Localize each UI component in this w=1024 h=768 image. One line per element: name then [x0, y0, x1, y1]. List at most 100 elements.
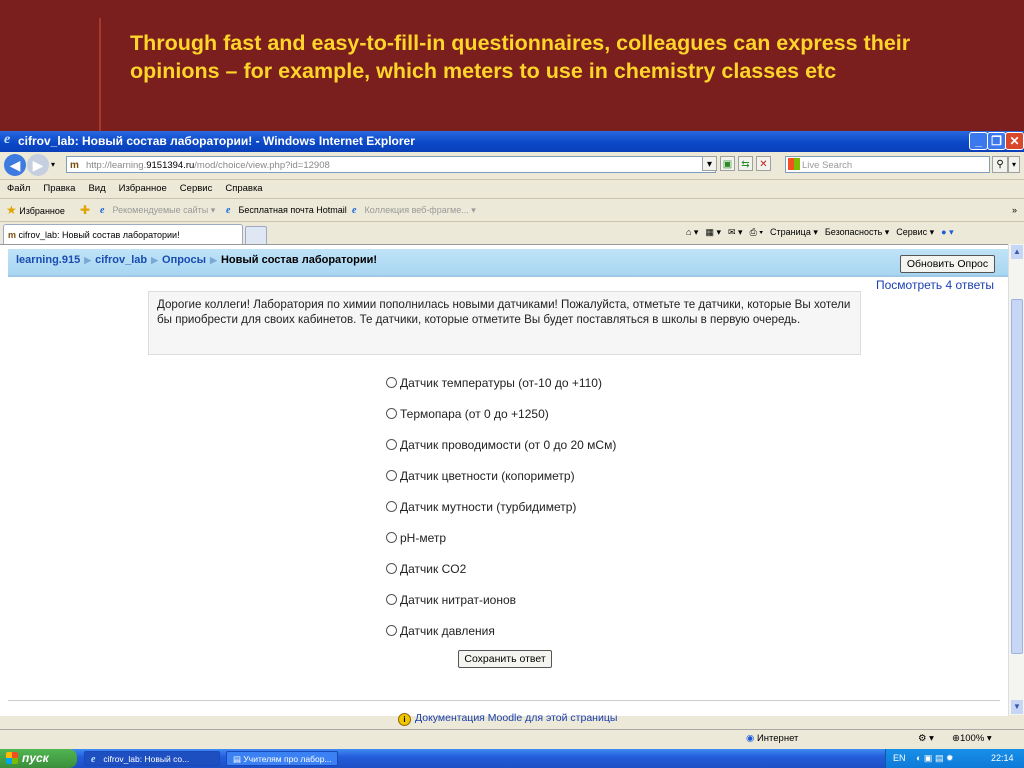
cmd-page[interactable]: Страница ▾ — [770, 227, 818, 237]
favorites-button[interactable]: ★ Избранное — [6, 199, 65, 222]
choice-option[interactable]: Датчик проводимости (от 0 до 20 мСм) — [386, 437, 616, 453]
page-content: learning.915 ▶ cifrov_lab ▶ Опросы ▶ Новый сос… — [0, 244, 1008, 726]
live-search-icon — [788, 158, 800, 170]
choice-option[interactable]: Датчик CO2 — [386, 561, 466, 577]
start-button[interactable]: пуск — [0, 749, 77, 768]
choice-option[interactable]: Датчик давления — [386, 623, 495, 639]
zoom-icon: ⊕ — [952, 733, 960, 744]
info-icon: i — [398, 713, 411, 726]
choice-option[interactable]: pH-метр — [386, 530, 446, 546]
menu-favorites[interactable]: Избранное — [119, 183, 167, 194]
maximize-button[interactable]: ❐ — [987, 132, 1006, 150]
address-tools: ▾ ▣ ⇆ ✕ — [702, 156, 774, 171]
crumb-current: Новый состав лаборатории! — [220, 254, 378, 266]
compatibility-icon[interactable]: ▣ — [720, 156, 735, 171]
choice-option[interactable]: Датчик мутности (турбидиметр) — [386, 499, 576, 515]
new-tab-button[interactable] — [245, 226, 267, 244]
cmd-safety[interactable]: Безопасность ▾ — [825, 227, 889, 237]
fav-item-hotmail[interactable]: e Бесплатная почта Hotmail — [226, 199, 347, 221]
url-prefix: http://learning. — [86, 160, 147, 171]
save-answer-button[interactable]: Сохранить ответ — [458, 650, 552, 668]
breadcrumb: learning.915 ▶ cifrov_lab ▶ Опросы ▶ Новый сос… — [16, 254, 378, 266]
language-indicator[interactable]: EN — [893, 749, 906, 768]
tab-label: cifrov_lab: Новый состав лаборатории! — [18, 230, 180, 240]
radio-button[interactable] — [386, 594, 397, 605]
radio-button[interactable] — [386, 501, 397, 512]
search-input[interactable]: Live Search — [785, 156, 990, 173]
radio-button[interactable] — [386, 532, 397, 543]
fav-item-webslices[interactable]: e Коллекция веб-фрагме... ▾ — [352, 199, 476, 221]
status-bar: ◉ Интернет ⚙ ▾ ⊕100% ▾ — [0, 729, 1024, 748]
ie-logo-icon: e — [91, 754, 96, 765]
radio-button[interactable] — [386, 408, 397, 419]
menu-tools[interactable]: Сервис — [180, 183, 213, 194]
radio-button[interactable] — [386, 563, 397, 574]
tab-active[interactable]: m cifrov_lab: Новый состав лаборатории! — [3, 224, 243, 244]
feeds-icon[interactable]: ▦ ▾ — [705, 227, 721, 237]
menu-help[interactable]: Справка — [225, 183, 262, 194]
zoom-control[interactable]: ⊕100% ▾ — [952, 730, 992, 748]
url-path: /mod/choice/view.php?id=12908 — [194, 160, 330, 171]
scroll-thumb[interactable] — [1011, 299, 1023, 654]
choice-option[interactable]: Датчик температуры (от-10 до +110) — [386, 375, 602, 391]
search-go-icon[interactable]: ⚲ — [992, 156, 1008, 173]
view-responses-link[interactable]: Посмотреть 4 ответы — [876, 278, 994, 292]
fav-item-recommended[interactable]: e Рекомендуемые сайты ▾ — [100, 199, 215, 221]
mail-icon[interactable]: ✉ ▾ — [728, 227, 743, 237]
stop-icon[interactable]: ✕ — [756, 156, 771, 171]
forward-button[interactable]: ▶ — [27, 154, 49, 176]
crumb-course[interactable]: cifrov_lab — [95, 254, 147, 266]
radio-button[interactable] — [386, 625, 397, 636]
windows-flag-icon — [6, 752, 18, 764]
favbar-overflow-icon[interactable]: » — [1012, 199, 1017, 221]
taskbar-item-doc[interactable]: ▤ Учителям про лабор... — [226, 751, 338, 766]
help-icon[interactable]: ● ▾ — [941, 227, 953, 237]
menu-view[interactable]: Вид — [88, 183, 105, 194]
search-options-icon[interactable]: ▾ — [1008, 156, 1020, 173]
radio-button[interactable] — [386, 439, 397, 450]
choice-option[interactable]: Датчик цветности (копориметр) — [386, 468, 575, 484]
tray-icons[interactable]: ◐ ▣ ▤ ✹ — [916, 749, 954, 768]
menu-edit[interactable]: Правка — [43, 183, 75, 194]
star-icon: ★ — [6, 203, 17, 217]
system-tray: EN ◐ ▣ ▤ ✹ 22:14 — [885, 749, 1024, 768]
taskbar: пуск e cifrov_lab: Новый со... ▤ Учителя… — [0, 749, 1024, 768]
radio-button[interactable] — [386, 377, 397, 388]
protected-mode-icon[interactable]: ⚙ ▾ — [918, 730, 934, 748]
crumb-choices[interactable]: Опросы — [162, 254, 206, 266]
update-choice-button[interactable]: Обновить Опрос — [900, 255, 995, 273]
favorites-bar: ★ Избранное ✚ e Рекомендуемые сайты ▾ e … — [0, 198, 1024, 221]
choice-option[interactable]: Термопара (от 0 до +1250) — [386, 406, 549, 422]
scroll-up-icon[interactable]: ▲ — [1011, 245, 1023, 259]
slide-divider-line — [99, 18, 101, 131]
choice-option[interactable]: Датчик нитрат-ионов — [386, 592, 516, 608]
ie-page-icon: e — [100, 205, 105, 216]
divider — [8, 700, 1000, 701]
choice-intro-text: Дорогие коллеги! Лаборатория по химии по… — [148, 291, 861, 355]
close-button[interactable]: ✕ — [1005, 132, 1024, 150]
print-icon[interactable]: ⎙ ▾ — [750, 227, 763, 237]
url-input[interactable]: m http://learning.9151394.ru/mod/choice/v… — [66, 156, 716, 173]
taskbar-item-ie[interactable]: e cifrov_lab: Новый со... — [84, 751, 220, 766]
home-icon[interactable]: ⌂ ▾ — [686, 227, 698, 237]
menu-bar: Файл Правка Вид Избранное Сервис Справка — [0, 179, 1024, 198]
radio-button[interactable] — [386, 470, 397, 481]
minimize-button[interactable]: _ — [969, 132, 988, 150]
ie-page-icon: e — [226, 205, 231, 216]
internet-zone: ◉ Интернет — [746, 733, 799, 744]
crumb-site[interactable]: learning.915 — [16, 254, 80, 266]
refresh-icon[interactable]: ⇆ — [738, 156, 753, 171]
back-button[interactable]: ◀ — [4, 154, 26, 176]
window-titlebar: e cifrov_lab: Новый состав лаборатории! … — [0, 131, 1024, 152]
ie-page-icon: e — [352, 205, 357, 216]
moodle-docs-link[interactable]: i Документация Moodle для этой страницы — [398, 712, 617, 726]
menu-file[interactable]: Файл — [7, 183, 30, 194]
add-favorites-icon[interactable]: ✚ — [80, 199, 90, 222]
vertical-scrollbar[interactable]: ▲ ▼ — [1008, 244, 1024, 715]
slide-header: Through fast and easy-to-fill-in questio… — [0, 0, 1024, 131]
address-dropdown-icon[interactable]: ▾ — [702, 156, 717, 171]
scroll-down-icon[interactable]: ▼ — [1011, 700, 1023, 714]
history-dropdown-icon[interactable]: ▾ — [51, 160, 55, 169]
cmd-tools[interactable]: Сервис ▾ — [896, 227, 934, 237]
command-bar: ⌂ ▾ ▦ ▾ ✉ ▾ ⎙ ▾ Страница ▾ Безопасность ▾ Серв… — [686, 223, 961, 241]
